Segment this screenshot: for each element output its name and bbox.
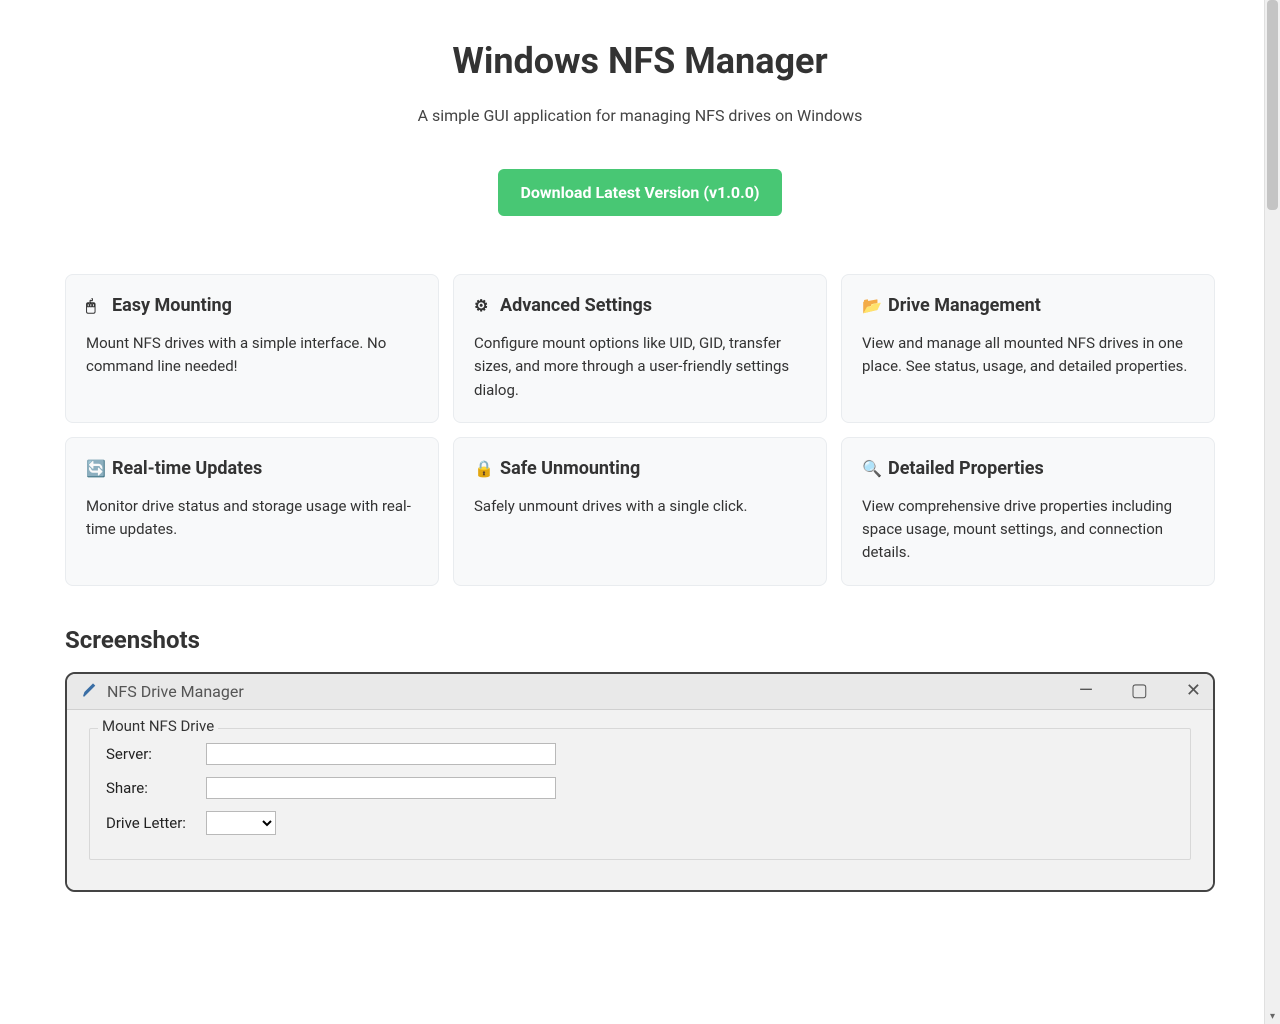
feature-title: Advanced Settings: [500, 295, 652, 316]
share-label: Share:: [106, 779, 206, 797]
mount-group: Mount NFS Drive Server: Share: Drive Let…: [89, 728, 1191, 860]
scroll-thumb[interactable]: [1267, 0, 1278, 210]
feature-desc: View comprehensive drive properties incl…: [862, 495, 1194, 565]
window-title: NFS Drive Manager: [107, 682, 244, 701]
drive-letter-label: Drive Letter:: [106, 814, 206, 832]
feature-title: Safe Unmounting: [500, 458, 640, 479]
feature-card: 🔒 Safe Unmounting Safely unmount drives …: [453, 437, 827, 586]
search-icon: 🔍: [862, 459, 880, 478]
maximize-icon[interactable]: ▢: [1131, 682, 1148, 700]
feature-title: Drive Management: [888, 295, 1041, 316]
features-grid: 🖱 Easy Mounting Mount NFS drives with a …: [65, 274, 1215, 586]
scroll-down-icon[interactable]: ▾: [1265, 1011, 1280, 1022]
feature-card: 🔄 Real-time Updates Monitor drive status…: [65, 437, 439, 586]
feature-title: Detailed Properties: [888, 458, 1044, 479]
feature-desc: View and manage all mounted NFS drives i…: [862, 332, 1194, 379]
group-legend: Mount NFS Drive: [98, 717, 218, 735]
gear-icon: ⚙: [474, 296, 492, 315]
folder-icon: 📂: [862, 296, 880, 315]
share-input[interactable]: [206, 777, 556, 799]
feature-desc: Mount NFS drives with a simple interface…: [86, 332, 418, 379]
feature-desc: Safely unmount drives with a single clic…: [474, 495, 806, 518]
refresh-icon: 🔄: [86, 459, 104, 478]
drive-letter-select[interactable]: [206, 811, 276, 835]
feature-desc: Monitor drive status and storage usage w…: [86, 495, 418, 542]
screenshot-window: NFS Drive Manager — ▢ ✕ Mount NFS Drive …: [65, 672, 1215, 892]
feature-title: Real-time Updates: [112, 458, 262, 479]
server-label: Server:: [106, 745, 206, 763]
download-button[interactable]: Download Latest Version (v1.0.0): [498, 169, 781, 216]
scrollbar[interactable]: ▾: [1264, 0, 1280, 1024]
screenshots-heading: Screenshots: [65, 626, 1215, 654]
feature-card: 🔍 Detailed Properties View comprehensive…: [841, 437, 1215, 586]
feature-card: 🖱 Easy Mounting Mount NFS drives with a …: [65, 274, 439, 423]
app-icon: [81, 683, 97, 699]
close-icon[interactable]: ✕: [1186, 682, 1201, 700]
feature-card: 📂 Drive Management View and manage all m…: [841, 274, 1215, 423]
feature-title: Easy Mounting: [112, 295, 232, 316]
lock-icon: 🔒: [474, 459, 492, 478]
feature-desc: Configure mount options like UID, GID, t…: [474, 332, 806, 402]
window-titlebar: NFS Drive Manager — ▢ ✕: [67, 674, 1213, 710]
minimize-icon[interactable]: —: [1079, 682, 1093, 700]
page-title: Windows NFS Manager: [65, 40, 1215, 82]
feature-card: ⚙ Advanced Settings Configure mount opti…: [453, 274, 827, 423]
server-input[interactable]: [206, 743, 556, 765]
mouse-icon: 🖱: [86, 296, 104, 316]
page-subtitle: A simple GUI application for managing NF…: [65, 106, 1215, 125]
